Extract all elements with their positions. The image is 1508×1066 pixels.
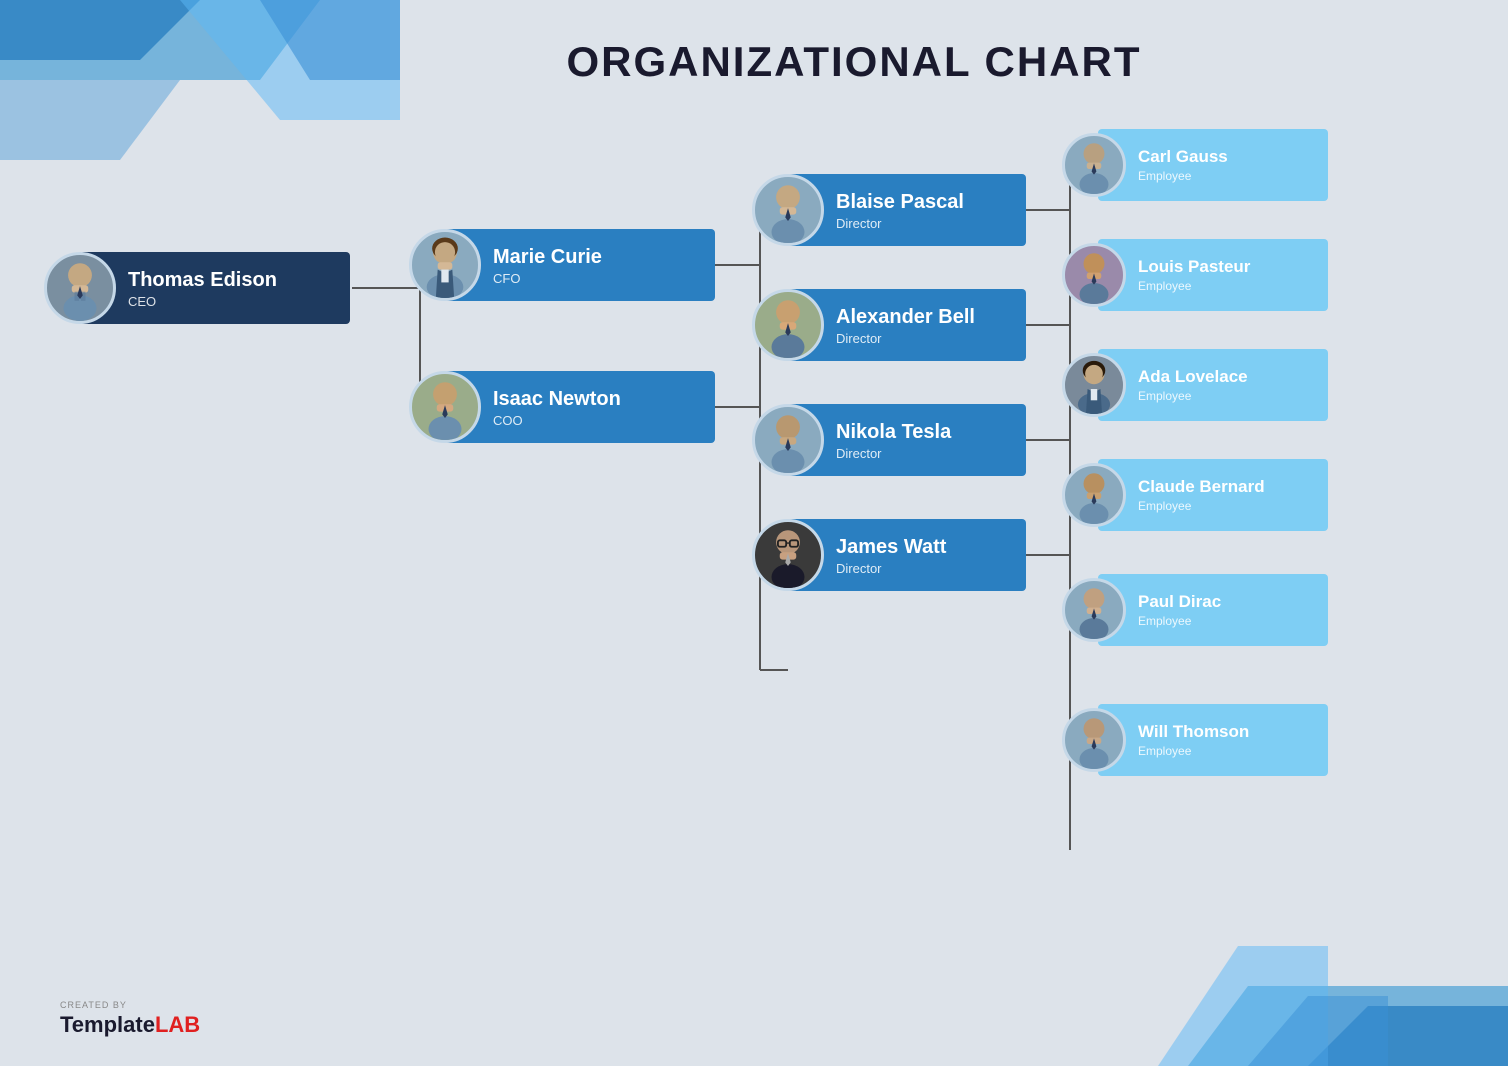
emp3-avatar [1062,353,1126,417]
emp1-title: Employee [1138,169,1228,183]
dir2-name: Alexander Bell [836,305,975,329]
dir1-avatar [752,174,824,246]
emp2-node: Louis Pasteur Employee [1098,239,1328,311]
dir1-node: Blaise Pascal Director [788,174,1026,246]
emp4-title: Employee [1138,499,1265,513]
emp6-avatar [1062,708,1126,772]
branding-created-by: CREATED BY [60,1000,127,1010]
branding-template: Template [60,1012,155,1037]
emp4-name: Claude Bernard [1138,477,1265,497]
dir2-node: Alexander Bell Director [788,289,1026,361]
dir4-node: James Watt Director [788,519,1026,591]
emp1-avatar [1062,133,1126,197]
emp1-name: Carl Gauss [1138,147,1228,167]
dir4-name: James Watt [836,535,946,559]
org-chart: Thomas Edison CEO [40,110,1470,1010]
page-title: ORGANIZATIONAL CHART [0,38,1508,86]
ceo-node: Thomas Edison CEO [80,252,350,324]
dir3-avatar [752,404,824,476]
emp3-node: Ada Lovelace Employee [1098,349,1328,421]
cfo-title: CFO [493,271,602,286]
coo-avatar [409,371,481,443]
ceo-name: Thomas Edison [128,268,277,292]
dir3-node: Nikola Tesla Director [788,404,1026,476]
dir4-avatar [752,519,824,591]
emp6-node: Will Thomson Employee [1098,704,1328,776]
coo-title: COO [493,413,621,428]
emp6-title: Employee [1138,744,1249,758]
emp6-name: Will Thomson [1138,722,1249,742]
emp5-node: Paul Dirac Employee [1098,574,1328,646]
emp5-avatar [1062,578,1126,642]
cfo-avatar [409,229,481,301]
branding: CREATED BY TemplateLAB [60,1000,200,1038]
coo-name: Isaac Newton [493,387,621,411]
emp3-title: Employee [1138,389,1248,403]
emp5-title: Employee [1138,614,1221,628]
cfo-node: Marie Curie CFO [445,229,715,301]
dir3-name: Nikola Tesla [836,420,951,444]
branding-name: TemplateLAB [60,1012,200,1038]
cfo-name: Marie Curie [493,245,602,269]
dir1-name: Blaise Pascal [836,190,964,214]
dir2-title: Director [836,331,975,346]
branding-lab: LAB [155,1012,200,1037]
emp5-name: Paul Dirac [1138,592,1221,612]
emp2-name: Louis Pasteur [1138,257,1250,277]
emp4-node: Claude Bernard Employee [1098,459,1328,531]
emp1-node: Carl Gauss Employee [1098,129,1328,201]
dir1-title: Director [836,216,964,231]
ceo-avatar [44,252,116,324]
emp2-title: Employee [1138,279,1250,293]
dir4-title: Director [836,561,946,576]
emp4-avatar [1062,463,1126,527]
emp2-avatar [1062,243,1126,307]
coo-node: Isaac Newton COO [445,371,715,443]
dir2-avatar [752,289,824,361]
dir3-title: Director [836,446,951,461]
emp3-name: Ada Lovelace [1138,367,1248,387]
ceo-title: CEO [128,294,277,309]
